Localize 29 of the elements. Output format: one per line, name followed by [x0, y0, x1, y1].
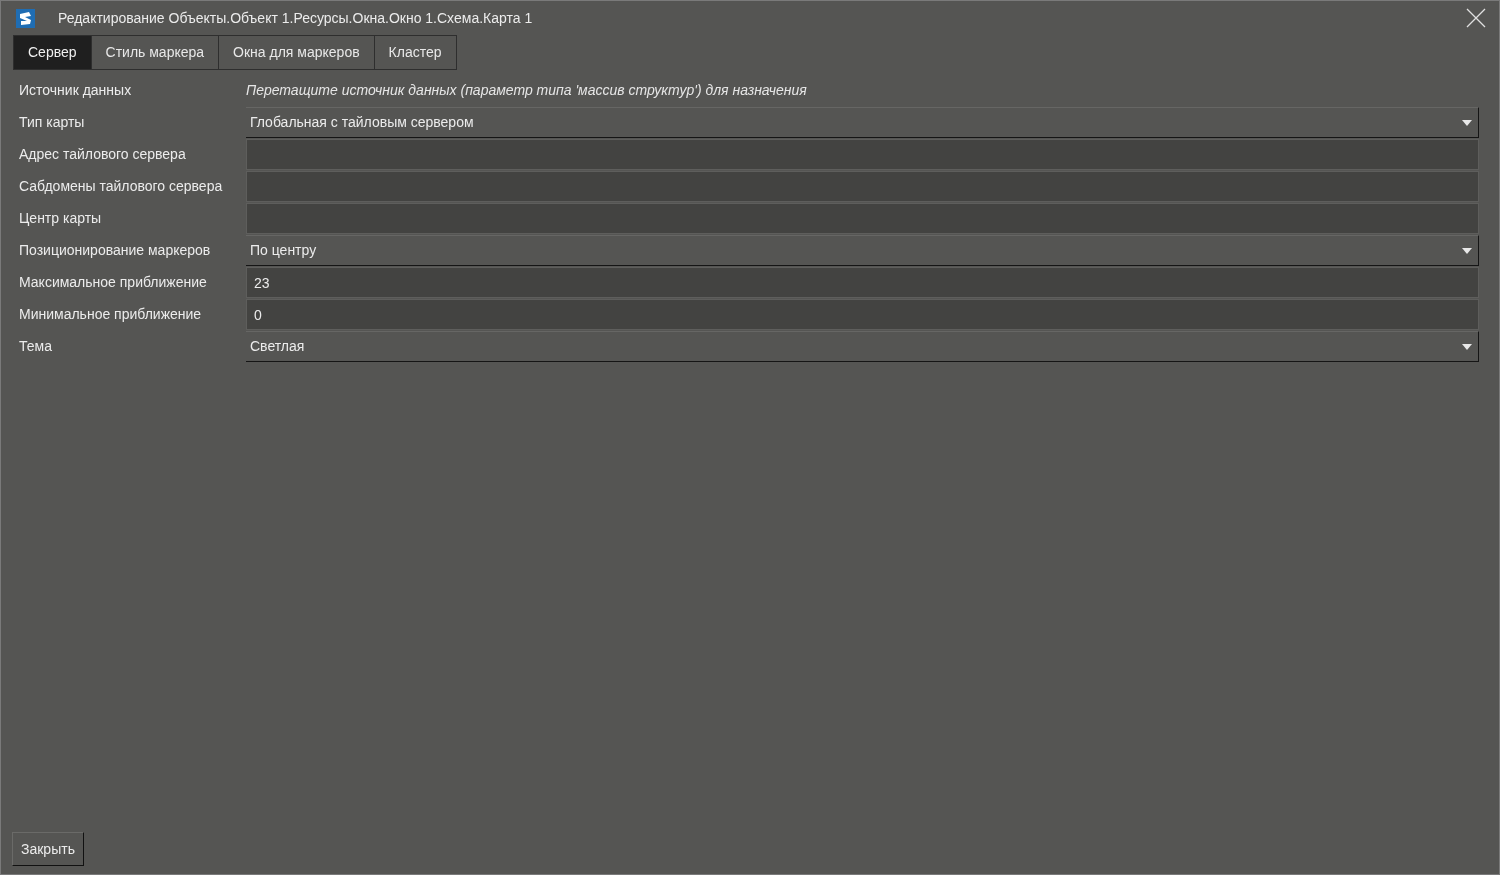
- property-label: Тема: [18, 337, 53, 356]
- input-field[interactable]: [246, 171, 1479, 202]
- drop-hint: Перетащите источник данных (параметр типа 'массив структур') для назначения: [246, 81, 807, 100]
- tab[interactable]: Стиль маркера: [90, 35, 220, 70]
- property-label: Максимальное приближение: [18, 273, 208, 292]
- tab[interactable]: Окна для маркеров: [218, 35, 375, 70]
- tab[interactable]: Сервер: [13, 35, 92, 70]
- input-field[interactable]: [246, 139, 1479, 170]
- property-label: Позиционирование маркеров: [18, 241, 212, 260]
- property-label: Минимальное приближение: [18, 305, 203, 324]
- property-label: Источник данных: [18, 81, 133, 100]
- dropdown-arrow-icon: [1462, 343, 1472, 350]
- property-label: Адрес тайлового сервера: [18, 145, 187, 164]
- property-label: Сабдомены тайлового сервера: [18, 177, 224, 196]
- input-field[interactable]: 0: [246, 299, 1479, 330]
- dropdown-arrow-icon: [1462, 119, 1472, 126]
- dropdown-arrow-icon: [1462, 247, 1472, 254]
- close-button[interactable]: Закрыть: [12, 832, 84, 866]
- input-field[interactable]: 23: [246, 267, 1479, 298]
- property-label: Тип карты: [18, 113, 86, 132]
- dropdown[interactable]: Глобальная с тайловым сервером: [246, 107, 1479, 138]
- close-icon[interactable]: [1466, 8, 1486, 28]
- app-logo-icon: [16, 8, 35, 28]
- property-label: Центр карты: [18, 209, 103, 228]
- tab[interactable]: Кластер: [373, 35, 457, 70]
- dropdown[interactable]: По центру: [246, 235, 1479, 266]
- input-field[interactable]: [246, 203, 1479, 234]
- dropdown[interactable]: Светлая: [246, 331, 1479, 362]
- window-title: Редактирование Объекты.Объект 1.Ресурсы.Окна.Окно 1.Схема.Карта 1: [58, 8, 533, 28]
